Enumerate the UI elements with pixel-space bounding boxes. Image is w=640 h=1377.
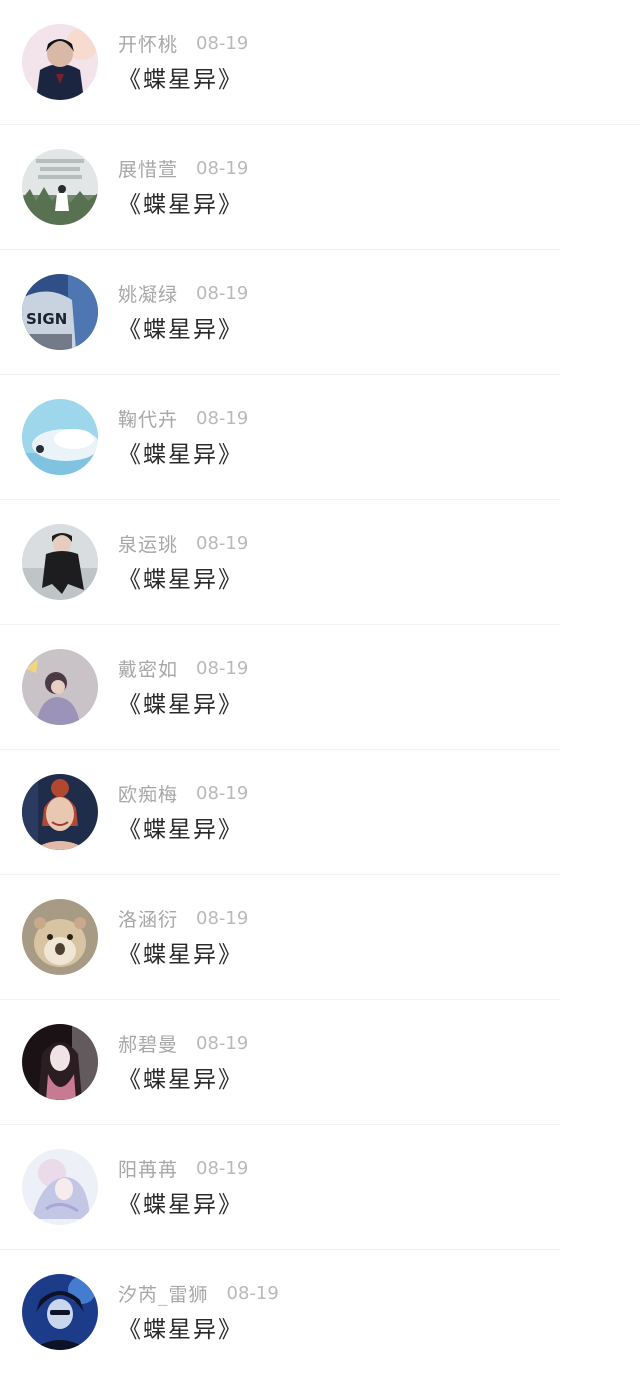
message-meta: 泉运珧 08-19	[118, 530, 248, 556]
message-date: 08-19	[196, 32, 249, 54]
message-date: 08-19	[226, 1282, 279, 1304]
smiling-girl-avatar-icon[interactable]	[22, 774, 98, 850]
message-text: 《蝶星异》	[118, 192, 243, 218]
list-item[interactable]: 欧痴梅 08-19 《蝶星异》	[0, 750, 640, 875]
sender-name: 展惜萱	[118, 158, 179, 181]
list-item[interactable]: 展惜萱 08-19 《蝶星异》	[0, 125, 640, 250]
sender-name: 阳苒苒	[118, 1158, 179, 1181]
sender-name: 开怀桃	[118, 33, 179, 56]
list-item[interactable]: 戴密如 08-19 《蝶星异》	[0, 625, 640, 750]
message-date: 08-19	[196, 907, 249, 929]
message-date: 08-19	[196, 782, 249, 804]
message-text: 《蝶星异》	[118, 817, 243, 843]
girl-sitting-avatar-icon[interactable]	[22, 649, 98, 725]
svg-text:SIGN: SIGN	[26, 310, 67, 328]
message-meta: 阳苒苒 08-19	[118, 1155, 248, 1181]
list-item[interactable]: 鞠代卉 08-19 《蝶星异》	[0, 375, 640, 500]
message-date: 08-19	[196, 407, 249, 429]
message-text: 《蝶星异》	[118, 1317, 243, 1343]
girl-in-field-avatar-icon[interactable]	[22, 149, 98, 225]
message-text: 《蝶星异》	[118, 317, 243, 343]
message-text: 《蝶星异》	[118, 67, 243, 93]
anime-boy-avatar-icon[interactable]	[22, 24, 98, 100]
message-meta: 汐芮_雷狮 08-19	[118, 1280, 279, 1306]
person-black-coat-avatar-icon[interactable]	[22, 524, 98, 600]
message-meta: 戴密如 08-19	[118, 655, 248, 681]
list-item[interactable]: 汐芮_雷狮 08-19 《蝶星异》	[0, 1250, 640, 1375]
message-meta: 开怀桃 08-19	[118, 30, 248, 56]
list-item[interactable]: 阳苒苒 08-19 《蝶星异》	[0, 1125, 640, 1250]
sender-name: 洛涵衍	[118, 908, 179, 931]
sender-name: 欧痴梅	[118, 783, 179, 806]
message-date: 08-19	[196, 532, 249, 554]
sender-name: 鞠代卉	[118, 408, 179, 431]
message-date: 08-19	[196, 1032, 249, 1054]
dark-hair-girl-avatar-icon[interactable]	[22, 1024, 98, 1100]
anime-blue-boy-avatar-icon[interactable]	[22, 1274, 98, 1350]
message-date: 08-19	[196, 1157, 249, 1179]
sender-name: 汐芮_雷狮	[118, 1283, 209, 1306]
sender-name: 戴密如	[118, 658, 179, 681]
message-meta: 郝碧曼 08-19	[118, 1030, 248, 1056]
list-item[interactable]: 郝碧曼 08-19 《蝶星异》	[0, 1000, 640, 1125]
message-date: 08-19	[196, 282, 249, 304]
pastel-anime-avatar-icon[interactable]	[22, 1149, 98, 1225]
sender-name: 姚凝绿	[118, 283, 179, 306]
sender-name: 郝碧曼	[118, 1033, 179, 1056]
message-date: 08-19	[196, 657, 249, 679]
sender-name: 泉运珧	[118, 533, 179, 556]
list-item[interactable]: 泉运珧 08-19 《蝶星异》	[0, 500, 640, 625]
message-text: 《蝶星异》	[118, 692, 243, 718]
message-meta: 欧痴梅 08-19	[118, 780, 248, 806]
message-meta: 姚凝绿 08-19	[118, 280, 248, 306]
seal-avatar-icon[interactable]	[22, 399, 98, 475]
sign-shirt-avatar-icon[interactable]: SIGN	[22, 274, 98, 350]
message-meta: 鞠代卉 08-19	[118, 405, 248, 431]
hamster-avatar-icon[interactable]	[22, 899, 98, 975]
list-item[interactable]: SIGN 姚凝绿 08-19 《蝶星异》	[0, 250, 640, 375]
list-item[interactable]: 开怀桃 08-19 《蝶星异》	[0, 0, 640, 125]
message-meta: 展惜萱 08-19	[118, 155, 248, 181]
message-text: 《蝶星异》	[118, 567, 243, 593]
message-text: 《蝶星异》	[118, 1192, 243, 1218]
message-date: 08-19	[196, 157, 249, 179]
message-text: 《蝶星异》	[118, 1067, 243, 1093]
message-meta: 洛涵衍 08-19	[118, 905, 248, 931]
message-text: 《蝶星异》	[118, 442, 243, 468]
message-text: 《蝶星异》	[118, 942, 243, 968]
list-item[interactable]: 洛涵衍 08-19 《蝶星异》	[0, 875, 640, 1000]
